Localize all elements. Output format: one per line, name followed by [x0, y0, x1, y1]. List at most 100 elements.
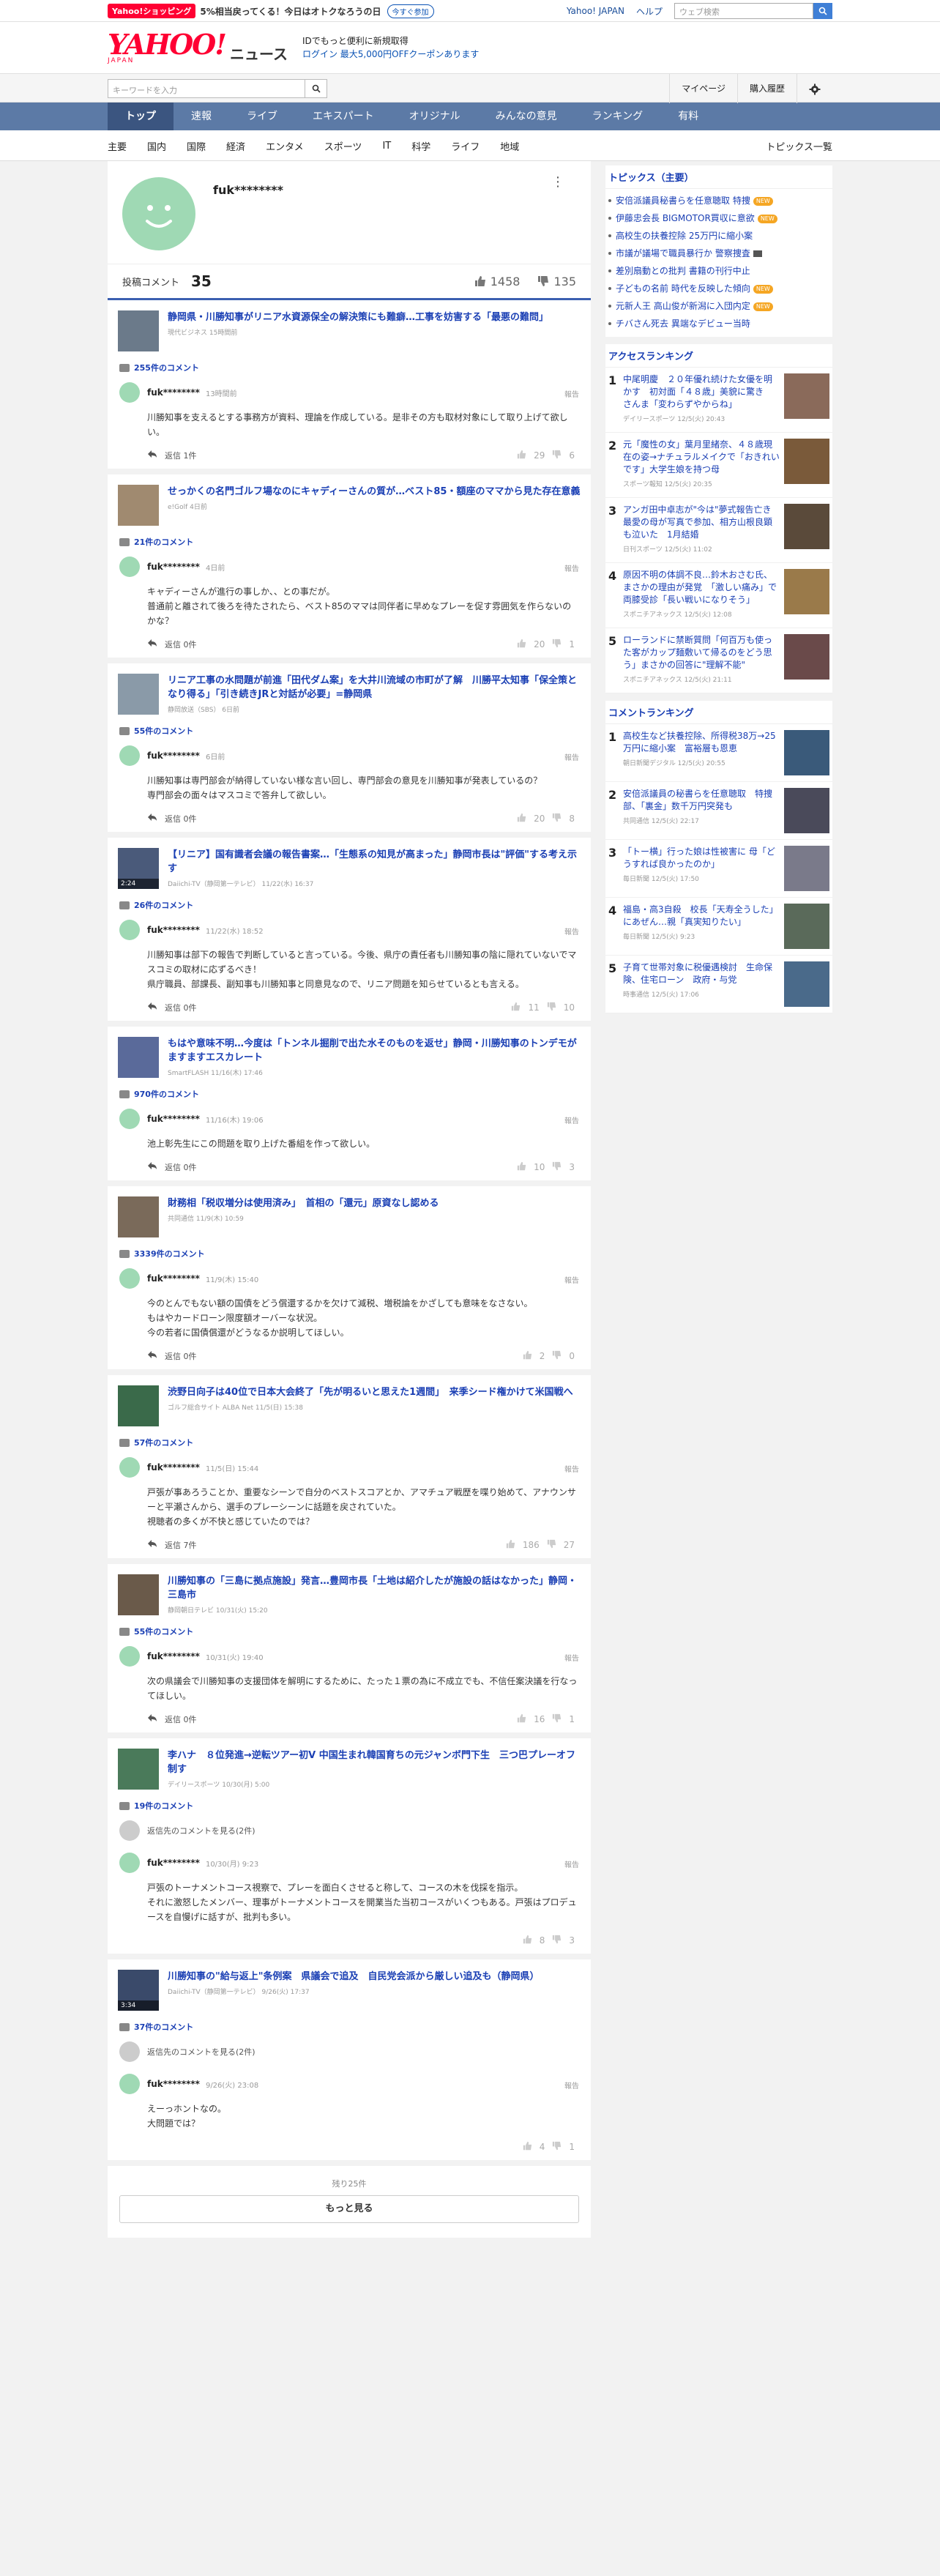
article-card[interactable]: 渋野日向子は40位で日本大会終了「先が明るいと思えた1週間」 来季シード権かけて… — [108, 1375, 591, 1432]
dislike-button[interactable] — [552, 1350, 562, 1362]
topic-item[interactable]: 安倍派議員秘書らを任意聴取 特捜 NEW — [605, 192, 832, 209]
rank-title[interactable]: 福島・高3自殺 校長「天寿全うした」にあぜん…親「真実知りたい」 — [623, 904, 780, 928]
rank-thumbnail[interactable] — [784, 439, 829, 484]
rank-title[interactable]: 高校生など扶養控除、所得税38万→25万円に縮小案 富裕層も恩恵 — [623, 730, 780, 755]
comment-username[interactable]: fuk******** — [147, 925, 200, 935]
yahoo-japan-link[interactable]: Yahoo! JAPAN — [567, 6, 624, 16]
comment-count-link[interactable]: 21件のコメント — [108, 532, 591, 552]
parent-comment-link[interactable]: 返信先のコメントを見る(2件) — [108, 2037, 591, 2069]
help-link[interactable]: ヘルプ — [636, 5, 663, 18]
promo-message[interactable]: 5%相当戻ってくる！今日はオトクなろうの日 — [200, 5, 381, 18]
article-thumbnail[interactable] — [118, 1037, 159, 1078]
rank-thumbnail[interactable] — [784, 961, 829, 1007]
comment-username[interactable]: fuk******** — [147, 751, 200, 761]
article-card[interactable]: 李ハナ ８位発進→逆転ツアー初V 中国生まれ韓国育ちの元ジャンボ門下生 三つ巴プ… — [108, 1738, 591, 1795]
ranking-item[interactable]: 5 子育て世帯対象に税優遇検討 生命保険、住宅ローン 政府・与党 時事通信 12/5… — [605, 956, 832, 1013]
comment-username[interactable]: fuk******** — [147, 1858, 200, 1868]
topic-item[interactable]: 市議が議場で職員暴行か 警察捜査 — [605, 245, 832, 262]
comment-count-link[interactable]: 57件のコメント — [108, 1432, 591, 1453]
rank-title[interactable]: 元「魔性の女」葉月里緒奈、４８歳現在の姿→ナチュラルメイクで「おきれいです」大学… — [623, 439, 780, 476]
ranking-item[interactable]: 2 安倍派議員の秘書らを任意聴取 特捜部、「裏金」数千万円突発も 共同通信 12/5… — [605, 782, 832, 840]
comment-count-link[interactable]: 255件のコメント — [108, 357, 591, 378]
article-card[interactable]: せっかくの名門ゴルフ場なのにキャディーさんの質が…ベスト85・額座のママから見た… — [108, 474, 591, 532]
topic-item[interactable]: 差別扇動との批判 書籍の刊行中止 — [605, 262, 832, 280]
ranking-item[interactable]: 3 「トー横」行った娘は性被害に 母「どうすれば良かったのか」 毎日新聞 12/5(… — [605, 840, 832, 898]
keyword-search-input[interactable]: キーワードを入力 — [108, 79, 305, 98]
dislike-button[interactable] — [552, 639, 562, 650]
category-sports[interactable]: スポーツ — [324, 139, 362, 153]
like-button[interactable] — [517, 450, 526, 461]
category-economy[interactable]: 経済 — [226, 139, 245, 153]
comment-username[interactable]: fuk******** — [147, 1462, 200, 1473]
comment-count-link[interactable]: 19件のコメント — [108, 1795, 591, 1816]
category-entertainment[interactable]: エンタメ — [266, 139, 304, 153]
dislike-button[interactable] — [552, 1935, 562, 1946]
yahoo-logo[interactable]: YAHOO! JAPAN — [108, 31, 227, 65]
article-thumbnail[interactable] — [118, 1574, 159, 1615]
reply-button[interactable]: 返信 7件 — [147, 1539, 197, 1551]
comment-count-link[interactable]: 55件のコメント — [108, 721, 591, 741]
article-card[interactable]: 財務相「税収増分は使用済み」 首相の「還元」原資なし認める 共同通信 11/9(木… — [108, 1186, 591, 1243]
rank-thumbnail[interactable] — [784, 634, 829, 680]
category-international[interactable]: 国際 — [187, 139, 206, 153]
parent-comment-link[interactable]: 返信先のコメントを見る(2件) — [108, 1816, 591, 1848]
login-promo[interactable]: IDでもっと便利に新規取得 ログイン 最大5,000円OFFクーポンあります — [302, 34, 479, 61]
article-title[interactable]: 渋野日向子は40位で日本大会終了「先が明るいと思えた1週間」 来季シード権かけて… — [168, 1385, 573, 1399]
dislike-button[interactable] — [552, 450, 562, 461]
ranking-item[interactable]: 5 ローランドに禁断質問「何百万も使った客がカップ麺敷いて帰るのをどう思う」まさか… — [605, 628, 832, 693]
article-title[interactable]: 川勝知事の「三島に拠点施設」発言…豊岡市長「土地は紹介したが施設の話はなかった」… — [168, 1574, 581, 1602]
comment-username[interactable]: fuk******** — [147, 2079, 200, 2089]
report-link[interactable]: 報告 — [564, 751, 579, 762]
nav-tab-top[interactable]: トップ — [108, 103, 174, 130]
rank-thumbnail[interactable] — [784, 569, 829, 614]
comment-username[interactable]: fuk******** — [147, 387, 200, 398]
rank-title[interactable]: 「トー横」行った娘は性被害に 母「どうすれば良かったのか」 — [623, 846, 780, 871]
dislike-button[interactable] — [552, 813, 562, 824]
nav-tab-original[interactable]: オリジナル — [392, 103, 478, 130]
web-search-button[interactable] — [813, 3, 832, 19]
report-link[interactable]: 報告 — [564, 2080, 579, 2091]
rank-thumbnail[interactable] — [784, 504, 829, 549]
comment-username[interactable]: fuk******** — [147, 562, 200, 572]
category-local[interactable]: 地域 — [500, 139, 519, 153]
reply-button[interactable]: 返信 1件 — [147, 450, 197, 461]
topic-item[interactable]: チバさん死去 異端なデビュー当時 — [605, 315, 832, 332]
ranking-item[interactable]: 3 アンガ田中卓志が"今は"夢式報告亡き最愛の母が写真で参加、相方山根良顕も泣いた… — [605, 498, 832, 563]
article-thumbnail[interactable] — [118, 1385, 159, 1426]
article-title[interactable]: 財務相「税収増分は使用済み」 首相の「還元」原資なし認める — [168, 1196, 439, 1210]
category-domestic[interactable]: 国内 — [147, 139, 166, 153]
article-title[interactable]: 川勝知事の"給与返上"条例案 県議会で追及 自民党会派から厳しい追及も（静岡県） — [168, 1970, 540, 1984]
article-thumbnail[interactable] — [118, 674, 159, 715]
reply-button[interactable]: 返信 0件 — [147, 639, 197, 650]
nav-tab-ranking[interactable]: ランキング — [575, 103, 661, 130]
dislike-button[interactable] — [547, 1539, 556, 1551]
nav-tab-breaking[interactable]: 速報 — [174, 103, 229, 130]
ranking-item[interactable]: 1 高校生など扶養控除、所得税38万→25万円に縮小案 富裕層も恩恵 朝日新聞デジタ… — [605, 724, 832, 782]
rank-thumbnail[interactable] — [784, 846, 829, 891]
article-thumbnail[interactable] — [118, 310, 159, 351]
rank-title[interactable]: 子育て世帯対象に税優遇検討 生命保険、住宅ローン 政府・与党 — [623, 961, 780, 986]
category-main[interactable]: 主要 — [108, 139, 127, 153]
dislike-button[interactable] — [552, 1161, 562, 1173]
more-menu-icon[interactable]: ⋮ — [551, 174, 564, 190]
comment-count-link[interactable]: 3339件のコメント — [108, 1243, 591, 1264]
like-button[interactable] — [506, 1539, 515, 1551]
article-card[interactable]: もはや意味不明…今度は「トンネル掘削で出た水そのものを返せ」静岡・川勝知事のトン… — [108, 1027, 591, 1084]
article-thumbnail[interactable] — [118, 485, 159, 526]
reply-button[interactable]: 返信 0件 — [147, 813, 197, 824]
report-link[interactable]: 報告 — [564, 1274, 579, 1285]
comment-username[interactable]: fuk******** — [147, 1114, 200, 1124]
promo-join-button[interactable]: 今すぐ参加 — [387, 4, 434, 18]
report-link[interactable]: 報告 — [564, 388, 579, 399]
rank-title[interactable]: アンガ田中卓志が"今は"夢式報告亡き最愛の母が写真で参加、相方山根良顕も泣いた … — [623, 504, 780, 541]
topic-item[interactable]: 子どもの名前 時代を反映した傾向 NEW — [605, 280, 832, 297]
nav-tab-opinions[interactable]: みんなの意見 — [478, 103, 575, 130]
reply-button[interactable]: 返信 0件 — [147, 1713, 197, 1725]
topics-list-link[interactable]: トピックス一覧 — [766, 139, 832, 153]
nav-tab-expert[interactable]: エキスパート — [295, 103, 392, 130]
category-life[interactable]: ライフ — [451, 139, 480, 153]
report-link[interactable]: 報告 — [564, 1858, 579, 1869]
shopping-badge[interactable]: Yahoo!ショッピング — [108, 4, 196, 18]
article-thumbnail[interactable] — [118, 1196, 159, 1237]
article-card[interactable]: 川勝知事の「三島に拠点施設」発言…豊岡市長「土地は紹介したが施設の話はなかった」… — [108, 1564, 591, 1621]
